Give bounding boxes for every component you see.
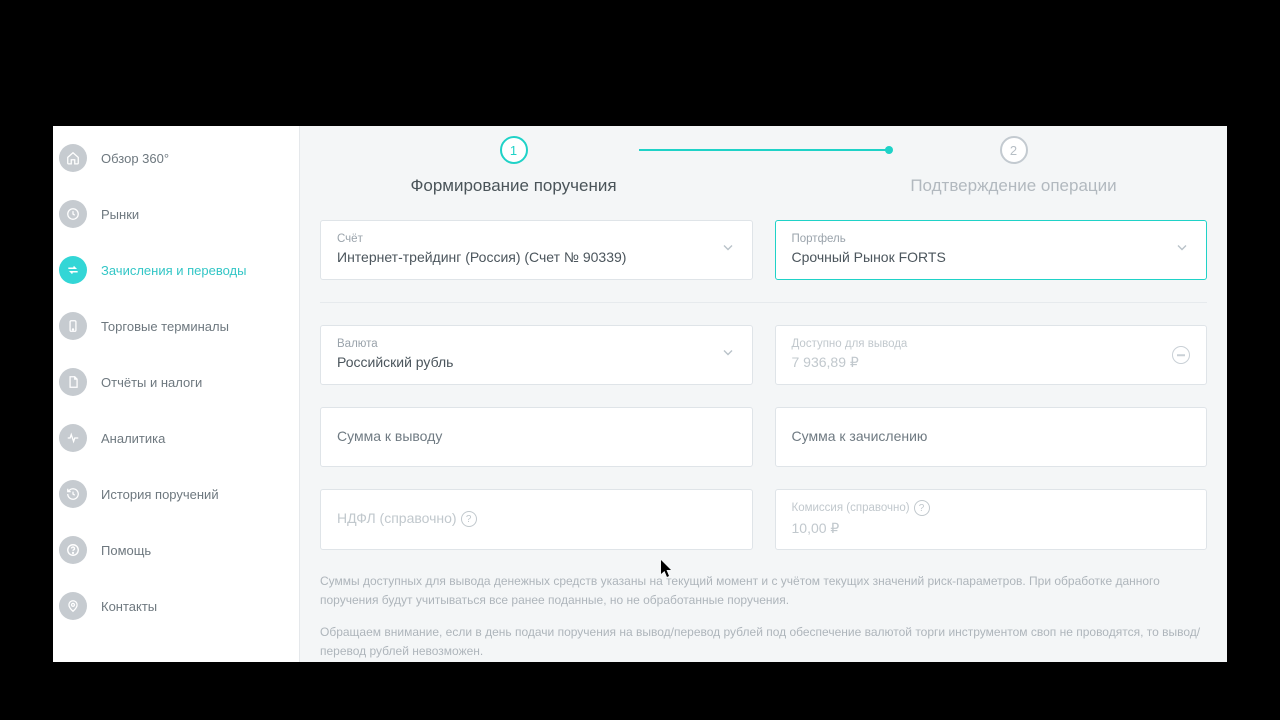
step-2-title: Подтверждение операции — [910, 176, 1116, 196]
chevron-down-icon — [720, 345, 736, 366]
commission-display: Комиссия (справочно)? 10,00 ₽ — [775, 489, 1208, 550]
main-content: 1 Формирование поручения 2 Подтверждение… — [300, 126, 1227, 662]
help-circle-icon[interactable]: ? — [461, 511, 477, 527]
amount-out-placeholder: Сумма к выводу — [337, 428, 738, 444]
help-circle-icon[interactable]: ? — [914, 500, 930, 516]
currency-value: Российский рубль — [337, 354, 738, 370]
sidebar-item-overview[interactable]: Обзор 360° — [53, 130, 299, 186]
ndfl-display: НДФЛ (справочно)? — [320, 489, 753, 550]
disclaimer-1: Суммы доступных для вывода денежных сред… — [320, 572, 1207, 609]
account-label: Счёт — [337, 233, 738, 245]
sidebar-item-help[interactable]: Помощь — [53, 522, 299, 578]
sidebar: Обзор 360° Рынки Зачисления и переводы Т… — [53, 126, 300, 662]
chevron-down-icon — [1174, 240, 1190, 261]
currency-select[interactable]: Валюта Российский рубль — [320, 325, 753, 385]
sidebar-item-history[interactable]: История поручений — [53, 466, 299, 522]
disclaimer-2: Обращаем внимание, если в день подачи по… — [320, 623, 1207, 660]
step-connector — [639, 149, 889, 151]
portfolio-value: Срочный Рынок FORTS — [792, 249, 1193, 265]
step-2-circle: 2 — [1000, 136, 1028, 164]
sidebar-item-label: Обзор 360° — [101, 151, 169, 166]
step-1[interactable]: 1 Формирование поручения — [389, 136, 639, 196]
amount-in-placeholder: Сумма к зачислению — [792, 428, 1193, 444]
history-icon — [59, 480, 87, 508]
pulse-icon — [59, 424, 87, 452]
sidebar-item-label: История поручений — [101, 487, 219, 502]
home-icon — [59, 144, 87, 172]
commission-label-text: Комиссия (справочно) — [792, 502, 910, 514]
sidebar-item-terminals[interactable]: Торговые терминалы — [53, 298, 299, 354]
sidebar-item-label: Контакты — [101, 599, 157, 614]
currency-label: Валюта — [337, 338, 738, 350]
amount-in-input[interactable]: Сумма к зачислению — [775, 407, 1208, 467]
account-select[interactable]: Счёт Интернет-трейдинг (Россия) (Счет № … — [320, 220, 753, 280]
sidebar-item-analytics[interactable]: Аналитика — [53, 410, 299, 466]
commission-value: 10,00 ₽ — [792, 520, 1193, 537]
sidebar-item-label: Помощь — [101, 543, 151, 558]
sidebar-item-label: Аналитика — [101, 431, 165, 446]
minus-circle-icon[interactable] — [1172, 346, 1190, 364]
doc-icon — [59, 368, 87, 396]
device-icon — [59, 312, 87, 340]
available-label: Доступно для вывода — [792, 338, 1193, 350]
help-icon — [59, 536, 87, 564]
step-1-title: Формирование поручения — [410, 176, 616, 196]
portfolio-label: Портфель — [792, 233, 1193, 245]
sidebar-item-reports[interactable]: Отчёты и налоги — [53, 354, 299, 410]
chevron-down-icon — [720, 240, 736, 261]
sidebar-item-label: Рынки — [101, 207, 139, 222]
sidebar-item-markets[interactable]: Рынки — [53, 186, 299, 242]
amount-out-input[interactable]: Сумма к выводу — [320, 407, 753, 467]
available-value: 7 936,89 ₽ — [792, 354, 1193, 371]
stepper: 1 Формирование поручения 2 Подтверждение… — [320, 136, 1207, 196]
portfolio-select[interactable]: Портфель Срочный Рынок FORTS — [775, 220, 1208, 280]
available-display: Доступно для вывода 7 936,89 ₽ — [775, 325, 1208, 385]
pin-icon — [59, 592, 87, 620]
sidebar-item-label: Торговые терминалы — [101, 319, 229, 334]
account-value: Интернет-трейдинг (Россия) (Счет № 90339… — [337, 249, 738, 265]
ndfl-placeholder: НДФЛ (справочно)? — [337, 510, 738, 527]
sidebar-item-label: Зачисления и переводы — [101, 263, 246, 278]
clock-icon — [59, 200, 87, 228]
transfer-icon — [59, 256, 87, 284]
step-2[interactable]: 2 Подтверждение операции — [889, 136, 1139, 196]
step-1-circle: 1 — [500, 136, 528, 164]
divider — [320, 302, 1207, 303]
sidebar-item-contacts[interactable]: Контакты — [53, 578, 299, 634]
ndfl-text: НДФЛ (справочно) — [337, 510, 457, 526]
commission-label: Комиссия (справочно)? — [792, 500, 1193, 516]
sidebar-item-label: Отчёты и налоги — [101, 375, 202, 390]
sidebar-item-transfers[interactable]: Зачисления и переводы — [53, 242, 299, 298]
